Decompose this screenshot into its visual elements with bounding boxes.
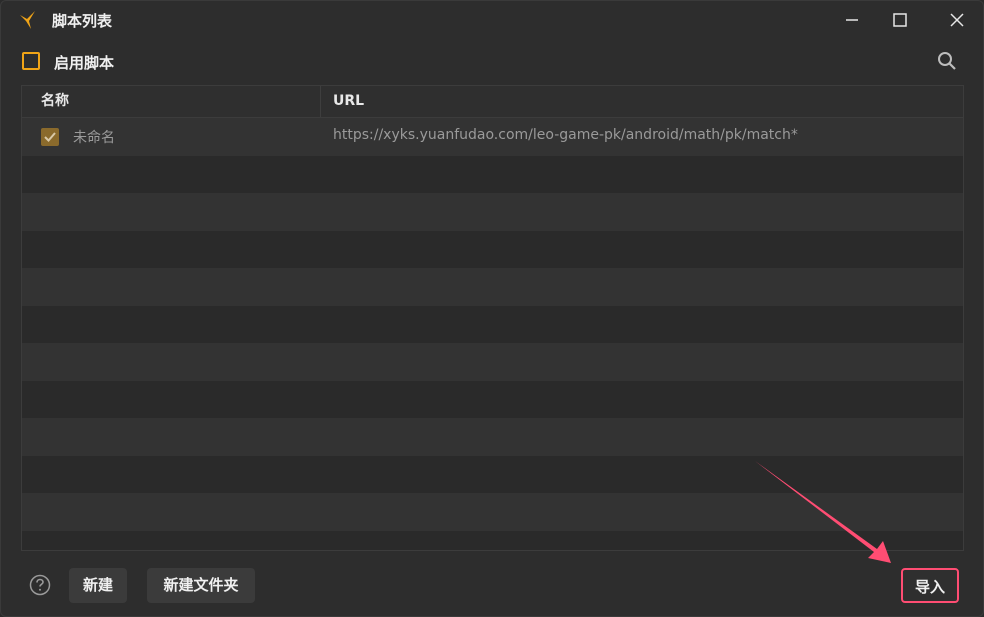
new-folder-button[interactable]: 新建文件夹 [147, 568, 255, 603]
help-icon [29, 574, 51, 596]
enable-scripts-checkbox[interactable] [22, 52, 40, 70]
empty-row [22, 380, 963, 418]
empty-row [22, 268, 963, 306]
app-logo-icon [17, 9, 39, 31]
row-url: https://xyks.yuanfudao.com/leo-game-pk/a… [333, 127, 798, 143]
search-icon [938, 52, 956, 70]
column-header-url[interactable]: URL [333, 86, 364, 117]
new-script-button[interactable]: 新建 [69, 568, 127, 603]
maximize-icon [893, 13, 907, 27]
script-list-window: 脚本列表 启用脚本 名称 URL 未命名 https://xyks.yuanfu… [0, 0, 984, 617]
annotation-arrow [755, 461, 891, 563]
close-button[interactable] [942, 5, 972, 35]
enable-scripts-label: 启用脚本 [54, 54, 115, 72]
minimize-button[interactable] [837, 5, 867, 35]
title-bar: 脚本列表 [1, 1, 983, 39]
empty-row [22, 343, 963, 381]
search-button[interactable] [935, 49, 959, 73]
window-title: 脚本列表 [52, 12, 113, 30]
close-icon [950, 13, 964, 27]
help-button[interactable] [29, 574, 51, 596]
empty-row [22, 418, 963, 456]
table-row[interactable]: 未命名 https://xyks.yuanfudao.com/leo-game-… [22, 118, 963, 156]
minimize-icon [846, 19, 858, 21]
check-icon [44, 132, 56, 142]
empty-row [22, 305, 963, 343]
empty-row [22, 230, 963, 268]
table-header: 名称 URL [22, 86, 963, 118]
row-name: 未命名 [73, 130, 115, 146]
empty-row [22, 193, 963, 231]
column-header-name[interactable]: 名称 [41, 86, 69, 117]
row-enabled-checkbox[interactable] [41, 128, 59, 146]
empty-row [22, 155, 963, 193]
column-divider[interactable] [320, 86, 321, 117]
maximize-button[interactable] [885, 5, 915, 35]
